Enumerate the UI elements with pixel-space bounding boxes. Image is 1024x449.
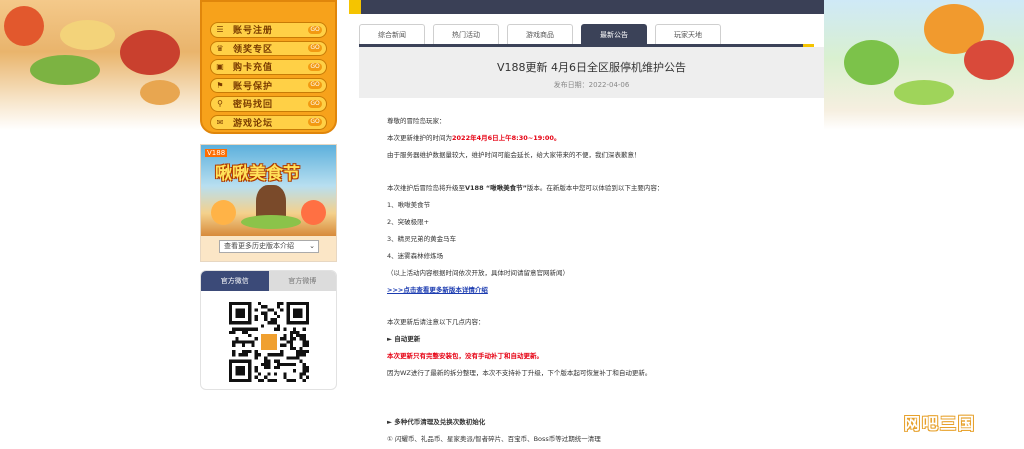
search-icon: ⚲ <box>217 99 223 109</box>
maint-prefix: 本次更新维护的时间为 <box>387 134 452 142</box>
promo-title: 啾啾美食节 <box>215 164 300 184</box>
wechat-qr-code <box>229 302 309 382</box>
menu-item[interactable]: ☰ 账号注册 GO <box>210 22 327 38</box>
left-banner-art <box>0 0 200 130</box>
section-currency-text: ① 闪耀币、礼品币、星家奥派/智者碎片、百宝币、Boss币等过期统一清理 <box>387 435 601 443</box>
feature-item: 3、精灵兄弟的黄金马车 <box>387 235 457 243</box>
feature-item: 1、啾啾美食节 <box>387 201 431 209</box>
social-tab[interactable]: 官方微信 <box>201 271 269 291</box>
menu-item[interactable]: ▣ 购卡充值 GO <box>210 59 327 75</box>
upgrade-suffix: 版本。在新版本中您可以体验到以下主要内容： <box>526 184 664 192</box>
menu-item[interactable]: ✉ 游戏论坛 GO <box>210 114 327 130</box>
go-icon: GO <box>308 62 322 71</box>
social-tab[interactable]: 官方微博 <box>268 271 336 291</box>
menu-item[interactable]: ♛ 领奖专区 GO <box>210 40 327 56</box>
go-icon: GO <box>308 25 322 34</box>
trophy-icon: ♛ <box>216 43 224 53</box>
menu-item-label: 密码找回 <box>233 100 274 111</box>
chat-icon: ✉ <box>216 117 224 127</box>
social-qr-panel: 官方微信 官方微博 <box>200 270 337 390</box>
history-version-select-value: 查看更多历史版本介绍 <box>224 242 294 250</box>
go-icon: GO <box>308 81 322 90</box>
news-panel: 综合新闻 热门活动 游戏商品 最新公告 玩家天地 V188更新 4月6日全区服停机维护公… <box>359 14 824 449</box>
go-icon: GO <box>308 118 322 127</box>
feature-item: 2、突破极限+ <box>387 218 430 226</box>
maintenance-time-line: 本次更新维护的时间为2022年4月6日上午8:30~19:00。 <box>387 134 560 143</box>
menu-item-label: 购卡充值 <box>233 63 274 74</box>
promo-version-badge: V188 <box>205 149 228 157</box>
news-tab[interactable]: 最新公告 <box>581 24 647 45</box>
news-tab[interactable]: 热门活动 <box>433 24 499 45</box>
menu-item[interactable]: ⚲ 密码找回 GO <box>210 96 327 112</box>
news-tab[interactable]: 玩家天地 <box>655 24 721 45</box>
page: ☰ 账号注册 GO ♛ 领奖专区 GO ▣ 购卡充值 GO ⚑ 账号保护 GO ⚲ 密码找回 GO ✉ 游戏论坛… <box>0 0 1024 449</box>
menu-item[interactable]: ⚑ 账号保护 GO <box>210 77 327 93</box>
top-bar-accent <box>349 0 361 14</box>
right-banner-art <box>824 0 1024 130</box>
section-auto-update-warning: 本次更新只有完整安装包，没有手动补丁和自动更新。 <box>387 352 543 360</box>
promo-banner-image[interactable]: V188 啾啾美食节 <box>201 145 336 236</box>
upgrade-line: 本次维护后冒险岛将升级至V188 “啾啾美食节”版本。在新版本中您可以体验到以下… <box>387 184 663 193</box>
version-promo: V188 啾啾美食节 查看更多历史版本介绍 ⌄ <box>200 144 337 262</box>
watermark-logo: 网吧三国 <box>904 414 977 433</box>
cart-icon: ▣ <box>216 62 224 72</box>
article-title: V188更新 4月6日全区服停机维护公告 <box>496 61 686 74</box>
apology-line: 由于服务器维护数据量较大，维护时间可能会延长，给大家带来的不便，我们深表歉意！ <box>387 151 641 159</box>
section-currency-title: ► 多种代币清理及兑换次数初始化 <box>387 418 486 426</box>
top-bar <box>349 0 824 14</box>
section-auto-update-text: 因为WZ进行了最新的拆分整理，本次不支持补丁升级，下个版本起可恢复补丁和自动更新… <box>387 369 652 377</box>
menu-item-label: 领奖专区 <box>233 44 274 55</box>
menu-item-label: 账号注册 <box>233 26 274 37</box>
go-icon: GO <box>308 44 322 53</box>
notice-intro: 本次更新后请注意以下几点内容： <box>387 318 485 326</box>
list-icon: ☰ <box>216 25 224 35</box>
greeting: 尊敬的冒险岛玩家： <box>387 117 446 125</box>
go-icon: GO <box>308 99 322 108</box>
news-tab[interactable]: 综合新闻 <box>359 24 425 45</box>
menu-item-label: 游戏论坛 <box>233 118 274 129</box>
menu-item-label: 账号保护 <box>233 81 274 92</box>
features-note: （以上活动内容根据时间依次开放，具体时间请留意官网新闻） <box>387 269 569 277</box>
more-version-details-link[interactable]: >>>点击查看更多新版本详情介绍 <box>387 286 488 295</box>
flag-icon: ⚑ <box>216 80 224 90</box>
social-tabs: 官方微信 官方微博 <box>201 271 336 291</box>
section-auto-update-title: ► 自动更新 <box>387 335 421 343</box>
article-date: 发布日期：2022-04-06 <box>553 81 630 89</box>
feature-item: 4、迷雾森林修炼场 <box>387 252 444 260</box>
chevron-down-icon: ⌄ <box>309 242 315 250</box>
news-tab[interactable]: 游戏商品 <box>507 24 573 45</box>
article-header: V188更新 4月6日全区服停机维护公告 发布日期：2022-04-06 <box>359 47 824 98</box>
quick-menu: ☰ 账号注册 GO ♛ 领奖专区 GO ▣ 购卡充值 GO ⚑ 账号保护 GO ⚲ 密码找回 GO ✉ 游戏论坛… <box>200 0 337 134</box>
news-tabs: 综合新闻 热门活动 游戏商品 最新公告 玩家天地 <box>359 24 729 45</box>
maint-time: 2022年4月6日上午8:30~19:00。 <box>452 134 561 142</box>
upgrade-prefix: 本次维护后冒险岛将升级至 <box>387 184 465 192</box>
upgrade-version: V188 “啾啾美食节” <box>465 184 527 192</box>
history-version-select[interactable]: 查看更多历史版本介绍 ⌄ <box>219 240 319 253</box>
